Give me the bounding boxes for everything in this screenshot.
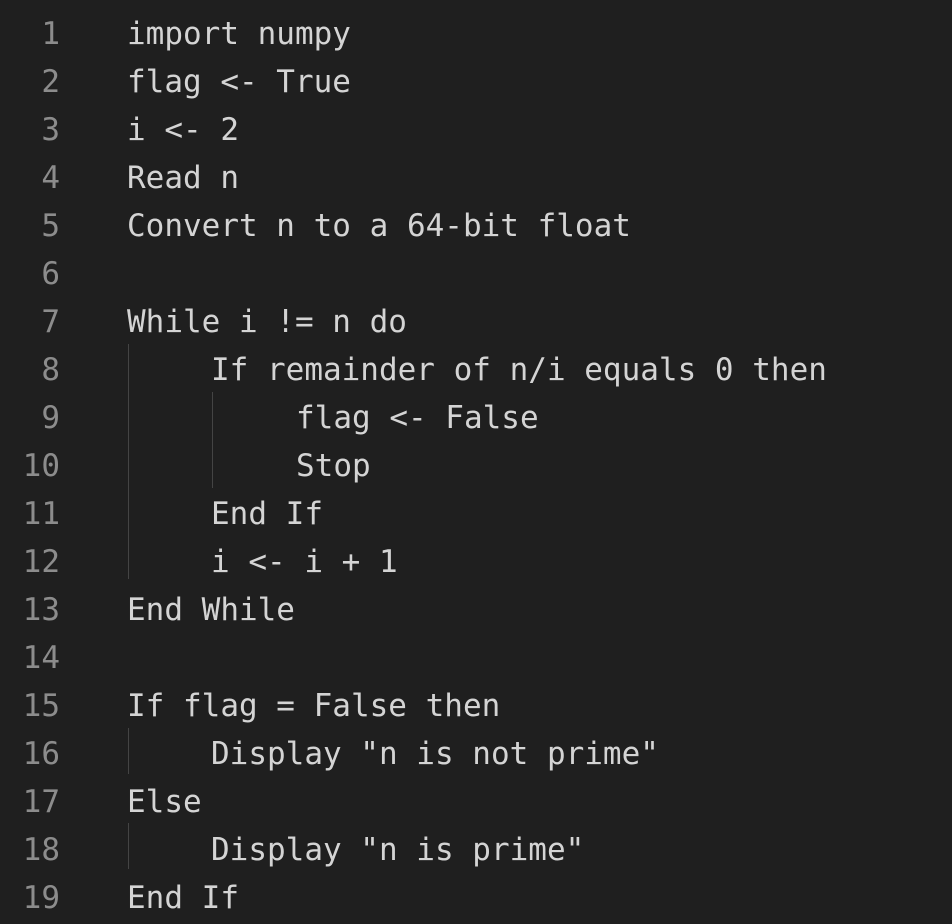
line-number: 3 — [41, 112, 60, 148]
code-text[interactable]: End If — [211, 490, 323, 538]
code-line[interactable]: 16 Display "n is not prime" — [0, 730, 952, 778]
line-number: 15 — [22, 688, 60, 724]
line-number: 9 — [41, 400, 60, 436]
code-editor[interactable]: 1 import numpy 2 flag <- True 3 i <- 2 4 Rea… — [0, 0, 952, 924]
code-line[interactable]: 18 Display "n is prime" — [0, 826, 952, 874]
code-line[interactable]: 8 If remainder of n/i equals 0 then — [0, 346, 952, 394]
line-number: 18 — [22, 832, 60, 868]
code-line[interactable]: 2 flag <- True — [0, 58, 952, 106]
code-text[interactable]: End If — [127, 874, 239, 922]
line-number: 1 — [41, 16, 60, 52]
code-text[interactable]: Read n — [127, 154, 239, 202]
code-text[interactable]: Convert n to a 64-bit float — [127, 202, 631, 250]
code-line[interactable]: 11 End If — [0, 490, 952, 538]
code-line[interactable]: 14 — [0, 634, 952, 682]
code-line[interactable]: 5 Convert n to a 64-bit float — [0, 202, 952, 250]
line-number: 12 — [22, 544, 60, 580]
line-number: 16 — [22, 736, 60, 772]
code-text[interactable]: If flag = False then — [127, 682, 500, 730]
line-number: 11 — [22, 496, 60, 532]
code-line[interactable]: 15 If flag = False then — [0, 682, 952, 730]
code-text[interactable]: If remainder of n/i equals 0 then — [211, 346, 827, 394]
code-text[interactable]: i <- i + 1 — [211, 538, 398, 586]
line-number: 6 — [41, 256, 60, 292]
code-text[interactable]: flag <- False — [296, 394, 539, 442]
code-line[interactable]: 17 Else — [0, 778, 952, 826]
line-number: 10 — [22, 448, 60, 484]
line-number: 19 — [22, 880, 60, 916]
code-line[interactable]: 6 — [0, 250, 952, 298]
code-text[interactable]: flag <- True — [127, 58, 351, 106]
code-line[interactable]: 10 Stop — [0, 442, 952, 490]
code-text[interactable]: import numpy — [127, 10, 351, 58]
line-number: 4 — [41, 160, 60, 196]
code-text[interactable]: Stop — [296, 442, 371, 490]
code-text[interactable]: Else — [127, 778, 202, 826]
code-text[interactable]: Display "n is not prime" — [211, 730, 659, 778]
code-line[interactable]: 1 import numpy — [0, 10, 952, 58]
code-line[interactable]: 9 flag <- False — [0, 394, 952, 442]
line-number: 7 — [41, 304, 60, 340]
code-text[interactable]: While i != n do — [127, 298, 407, 346]
line-number: 2 — [41, 64, 60, 100]
code-line[interactable]: 3 i <- 2 — [0, 106, 952, 154]
line-number: 13 — [22, 592, 60, 628]
code-line[interactable]: 7 While i != n do — [0, 298, 952, 346]
line-number: 5 — [41, 208, 60, 244]
line-number: 8 — [41, 352, 60, 388]
code-text[interactable]: End While — [127, 586, 295, 634]
code-text[interactable]: i <- 2 — [127, 106, 239, 154]
code-line[interactable]: 4 Read n — [0, 154, 952, 202]
code-line[interactable]: 13 End While — [0, 586, 952, 634]
code-line[interactable]: 19 End If — [0, 874, 952, 922]
code-line[interactable]: 12 i <- i + 1 — [0, 538, 952, 586]
line-number: 17 — [22, 784, 60, 820]
line-number: 14 — [22, 640, 60, 676]
code-text[interactable]: Display "n is prime" — [211, 826, 584, 874]
